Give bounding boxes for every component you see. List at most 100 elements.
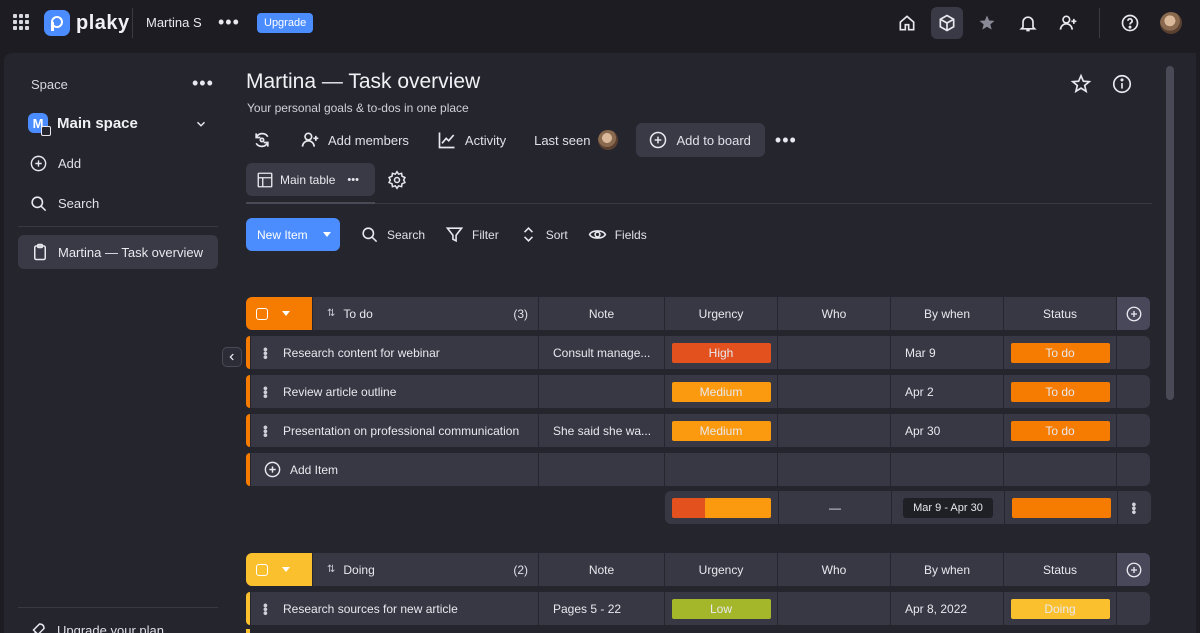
column-header-status[interactable]: Status	[1003, 297, 1116, 330]
tab-main-table[interactable]: Main table •••	[246, 163, 375, 196]
add-item-button[interactable]: Add Item	[250, 453, 538, 486]
row-end-cell	[1116, 414, 1150, 447]
column-header-by-when[interactable]: By when	[890, 297, 1003, 330]
date-cell[interactable]: Apr 30	[890, 414, 1003, 447]
status-label: To do	[1010, 381, 1110, 402]
table-row[interactable]: ••• Research content for webinar Consult…	[246, 336, 1152, 369]
star-icon[interactable]	[971, 7, 1003, 39]
space-more-icon[interactable]: •••	[192, 73, 214, 94]
group-name[interactable]: ⇅ Doing (2)	[312, 553, 538, 586]
page-title[interactable]: Martina — Task overview	[246, 70, 480, 94]
date-cell[interactable]: Mar 9	[890, 336, 1003, 369]
status-cell[interactable]: To do	[1003, 375, 1116, 408]
tab-more-icon[interactable]: •••	[347, 174, 359, 186]
info-icon[interactable]	[1111, 73, 1133, 95]
fields-button[interactable]: Fields	[588, 225, 647, 244]
column-header-status[interactable]: Status	[1003, 553, 1116, 586]
more-options-icon[interactable]: •••	[218, 12, 240, 33]
sidebar-item-task-overview[interactable]: Martina — Task overview	[18, 235, 218, 269]
add-column-button[interactable]	[1116, 297, 1150, 330]
new-item-button[interactable]: New Item	[246, 218, 340, 251]
urgency-cell[interactable]: Medium	[664, 375, 777, 408]
note-cell[interactable]	[538, 375, 664, 408]
last-seen-button[interactable]: Last seen	[524, 123, 628, 157]
help-icon[interactable]	[1114, 7, 1146, 39]
item-name-cell[interactable]: ••• Presentation on professional communi…	[250, 414, 538, 447]
summary-menu-icon[interactable]: •••	[1127, 502, 1143, 514]
status-label: To do	[1010, 342, 1110, 363]
group-select-checkbox[interactable]	[256, 563, 268, 576]
row-menu-icon[interactable]: •••	[258, 347, 274, 359]
user-avatar[interactable]	[1160, 12, 1182, 34]
note-cell[interactable]: She said she wa...	[538, 414, 664, 447]
row-menu-icon[interactable]: •••	[258, 603, 274, 615]
favorite-star-icon[interactable]	[1070, 73, 1092, 95]
item-name-cell[interactable]: ••• Research content for webinar	[250, 336, 538, 369]
cube-icon[interactable]	[931, 7, 963, 39]
upgrade-button[interactable]: Upgrade	[257, 13, 314, 33]
table-row[interactable]: ••• Review article outline Medium Apr 2 …	[246, 375, 1152, 408]
who-cell[interactable]	[777, 375, 890, 408]
status-cell[interactable]: To do	[1003, 414, 1116, 447]
table-row[interactable]: ••• Presentation on professional communi…	[246, 414, 1152, 447]
table-row[interactable]: ••• Research sources for new article Pag…	[246, 592, 1152, 625]
activity-button[interactable]: Activity	[427, 123, 516, 157]
sort-button[interactable]: Sort	[519, 225, 568, 244]
urgency-cell[interactable]: Medium	[664, 414, 777, 447]
item-name-cell[interactable]: ••• Review article outline	[250, 375, 538, 408]
sort-arrows-icon[interactable]: ⇅	[327, 564, 335, 575]
group-name[interactable]: ⇅ To do (3)	[312, 297, 538, 330]
status-cell[interactable]: Doing	[1003, 592, 1116, 625]
column-header-who[interactable]: Who	[777, 297, 890, 330]
date-cell[interactable]: Apr 8, 2022	[890, 592, 1003, 625]
add-to-board-button[interactable]: Add to board	[636, 123, 765, 157]
apps-grid-icon[interactable]	[13, 14, 29, 30]
chevron-down-icon[interactable]	[282, 311, 290, 316]
chevron-down-icon[interactable]	[282, 567, 290, 572]
board-more-icon[interactable]: •••	[765, 130, 807, 151]
upgrade-plan-link[interactable]: Upgrade your plan	[29, 621, 164, 633]
column-header-urgency[interactable]: Urgency	[664, 553, 777, 586]
column-header-note[interactable]: Note	[538, 553, 664, 586]
column-header-who[interactable]: Who	[777, 553, 890, 586]
row-menu-icon[interactable]: •••	[258, 386, 274, 398]
urgency-summary[interactable]	[665, 491, 778, 524]
chevron-down-icon[interactable]	[194, 117, 208, 131]
who-cell[interactable]	[777, 336, 890, 369]
row-menu-icon[interactable]: •••	[258, 425, 274, 437]
sidebar-search[interactable]: Search	[29, 194, 99, 213]
page-subtitle[interactable]: Your personal goals & to-dos in one plac…	[247, 101, 469, 115]
summary-menu[interactable]: •••	[1117, 491, 1151, 524]
item-name-cell[interactable]: ••• Research sources for new article	[250, 592, 538, 625]
column-header-by-when[interactable]: By when	[890, 553, 1003, 586]
note-cell[interactable]: Pages 5 - 22	[538, 592, 664, 625]
workspace-user-name[interactable]: Martina S	[146, 15, 202, 30]
add-column-button[interactable]	[1116, 553, 1150, 586]
sort-arrows-icon[interactable]: ⇅	[327, 308, 335, 319]
column-header-note[interactable]: Note	[538, 297, 664, 330]
who-cell[interactable]	[777, 592, 890, 625]
logo[interactable]: plaky	[44, 10, 130, 36]
collapse-sidebar-button[interactable]	[222, 347, 242, 367]
status-cell[interactable]: To do	[1003, 336, 1116, 369]
date-cell[interactable]: Apr 2	[890, 375, 1003, 408]
column-header-urgency[interactable]: Urgency	[664, 297, 777, 330]
add-members-button[interactable]: Add members	[290, 123, 419, 157]
who-cell[interactable]	[777, 414, 890, 447]
status-summary[interactable]	[1004, 491, 1117, 524]
filter-button[interactable]: Filter	[445, 225, 499, 244]
add-item-row[interactable]: Add Item	[246, 453, 1152, 486]
note-cell[interactable]: Consult manage...	[538, 336, 664, 369]
main-space-selector[interactable]: M Main space	[28, 113, 138, 136]
urgency-cell[interactable]: High	[664, 336, 777, 369]
vertical-scrollbar[interactable]	[1166, 66, 1174, 400]
home-icon[interactable]	[891, 7, 923, 39]
add-user-icon[interactable]	[1052, 7, 1084, 39]
bell-icon[interactable]	[1012, 7, 1044, 39]
automations-button[interactable]	[246, 123, 282, 157]
urgency-cell[interactable]: Low	[664, 592, 777, 625]
search-button[interactable]: Search	[360, 225, 425, 244]
gear-icon[interactable]	[387, 170, 407, 190]
sidebar-add[interactable]: Add	[29, 154, 81, 173]
group-select-checkbox[interactable]	[256, 307, 268, 320]
